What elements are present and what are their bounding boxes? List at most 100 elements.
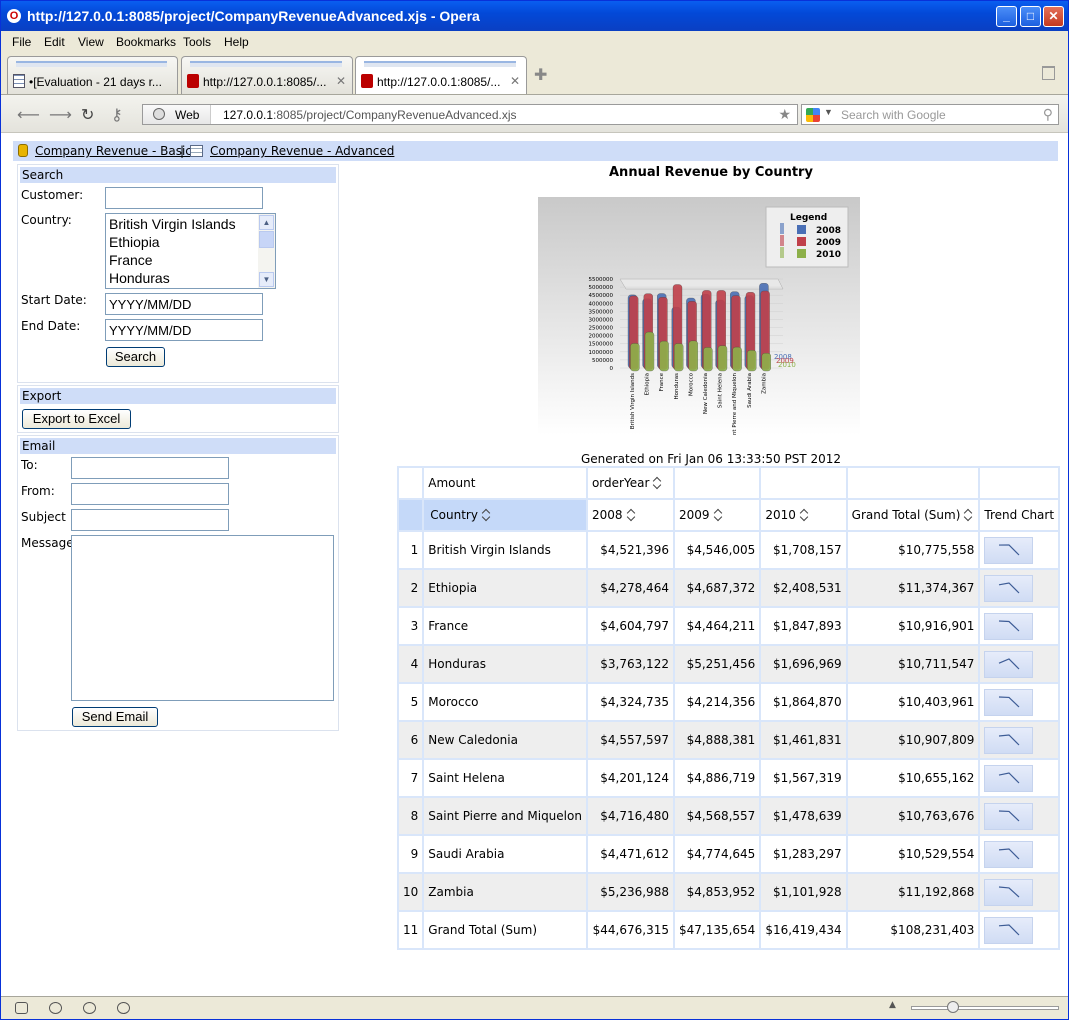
grand-total-header[interactable]: Grand Total (Sum) <box>845 498 981 532</box>
bookmark-star-icon[interactable]: ★ <box>778 106 791 123</box>
close-button[interactable]: ✕ <box>1043 6 1064 27</box>
table-row[interactable]: 7 Saint Helena $4,201,124 $4,886,719 $1,567,… <box>396 758 1061 798</box>
tab-thumbnail <box>364 61 516 67</box>
trend-sparkline[interactable] <box>984 840 1034 868</box>
table-row[interactable]: 6 New Caledonia $4,557,597 $4,888,381 $1,461… <box>396 720 1061 760</box>
sort-icon[interactable] <box>482 508 492 522</box>
menu-edit[interactable]: Edit <box>44 35 65 49</box>
tab-close-icon[interactable]: ✕ <box>336 74 346 88</box>
to-input[interactable] <box>71 457 229 479</box>
search-box[interactable]: ▼ Search with Google ⚲ <box>801 104 1059 125</box>
sort-icon[interactable] <box>964 508 974 522</box>
chevron-down-icon[interactable]: ▼ <box>259 272 274 287</box>
address-bar[interactable]: Web 127.0.0.1:8085/project/CompanyRevenu… <box>142 104 798 125</box>
zoom-slider-handle[interactable] <box>947 1001 959 1013</box>
link-company-revenue-advanced[interactable]: Company Revenue - Advanced <box>210 144 394 158</box>
zoom-slider[interactable] <box>911 1006 1059 1010</box>
country-option[interactable]: Honduras <box>109 270 170 286</box>
table-row[interactable]: 11 Grand Total (Sum) $44,676,315 $47,135,65… <box>396 910 1061 950</box>
tab-advanced[interactable]: http://127.0.0.1:8085/... ✕ <box>355 56 527 94</box>
value-cell: $10,711,547 <box>845 644 981 684</box>
country-option[interactable]: British Virgin Islands <box>109 216 236 232</box>
trend-sparkline[interactable] <box>984 536 1034 564</box>
trend-chart-cell <box>978 872 1061 912</box>
year-2008-header[interactable]: 2008 <box>585 498 675 532</box>
sort-icon[interactable] <box>653 476 663 490</box>
email-panel-title: Email <box>20 438 336 454</box>
trash-icon[interactable] <box>1042 66 1055 80</box>
table-row[interactable]: 8 Saint Pierre and Miquelon $4,716,480 $4,5… <box>396 796 1061 836</box>
search-button[interactable]: Search <box>106 347 165 367</box>
trend-sparkline[interactable] <box>984 916 1034 944</box>
send-email-button[interactable]: Send Email <box>72 707 158 727</box>
country-header[interactable]: Country <box>422 498 588 532</box>
link-bar: Company Revenue - Basic | Company Revenu… <box>13 141 1058 161</box>
end-date-input[interactable]: YYYY/MM/DD <box>105 319 263 341</box>
tab-evaluation[interactable]: •[Evaluation - 21 days r... <box>7 56 178 94</box>
column-field-header[interactable]: orderYear <box>585 466 675 500</box>
key-icon[interactable]: ⚷ <box>111 105 123 124</box>
country-option[interactable]: Ethiopia <box>109 234 160 250</box>
tab-close-icon[interactable]: ✕ <box>510 74 520 88</box>
table-row[interactable]: 3 France $4,604,797 $4,464,211 $1,847,893 $10… <box>396 606 1061 646</box>
table-row[interactable]: 5 Morocco $4,324,735 $4,214,356 $1,864,870 $1… <box>396 682 1061 722</box>
export-to-excel-button[interactable]: Export to Excel <box>22 409 131 429</box>
sort-icon[interactable] <box>627 508 637 522</box>
back-icon[interactable]: ⟵ <box>17 105 40 124</box>
web-scheme-button[interactable]: Web <box>143 105 211 124</box>
value-cell: $10,907,809 <box>845 720 981 760</box>
country-listbox[interactable]: British Virgin Islands Ethiopia France H… <box>105 213 276 289</box>
start-date-input[interactable]: YYYY/MM/DD <box>105 293 263 315</box>
zoom-up-icon[interactable]: ▲ <box>889 1000 896 1010</box>
corner-cell <box>396 466 425 500</box>
menu-view[interactable]: View <box>78 35 104 49</box>
menu-file[interactable]: File <box>12 35 31 49</box>
sort-icon[interactable] <box>714 508 724 522</box>
trend-sparkline[interactable] <box>984 802 1034 830</box>
table-row[interactable]: 9 Saudi Arabia $4,471,612 $4,774,645 $1,283,… <box>396 834 1061 874</box>
year-2010-header[interactable]: 2010 <box>759 498 848 532</box>
table-row[interactable]: 4 Honduras $3,763,122 $5,251,456 $1,696,969 $… <box>396 644 1061 684</box>
turbo-icon[interactable] <box>117 1002 130 1014</box>
network-icon[interactable] <box>83 1002 96 1014</box>
trend-sparkline[interactable] <box>984 878 1034 906</box>
table-row[interactable]: 1 British Virgin Islands $4,521,396 $4,546,… <box>396 530 1061 570</box>
value-cell: $10,655,162 <box>845 758 981 798</box>
trend-sparkline[interactable] <box>984 764 1034 792</box>
unite-cloud-icon[interactable] <box>49 1002 62 1014</box>
trend-sparkline[interactable] <box>984 612 1034 640</box>
trend-sparkline[interactable] <box>984 650 1034 678</box>
menu-help[interactable]: Help <box>224 35 249 49</box>
trend-sparkline[interactable] <box>984 688 1034 716</box>
table-row[interactable]: 10 Zambia $5,236,988 $4,853,952 $1,101,928 $1… <box>396 872 1061 912</box>
sort-icon[interactable] <box>800 508 810 522</box>
forward-icon[interactable]: ⟶ <box>49 105 72 124</box>
bar-2010-4 <box>688 340 698 372</box>
link-company-revenue-basic[interactable]: Company Revenue - Basic <box>35 144 192 158</box>
menu-tools[interactable]: Tools <box>183 35 211 49</box>
table-row[interactable]: 2 Ethiopia $4,278,464 $4,687,372 $2,408,531 $… <box>396 568 1061 608</box>
menu-bookmarks[interactable]: Bookmarks <box>116 35 176 49</box>
reload-icon[interactable]: ↻ <box>81 105 94 124</box>
tab-basic[interactable]: http://127.0.0.1:8085/... ✕ <box>181 56 353 94</box>
customer-input[interactable] <box>105 187 263 209</box>
subject-input[interactable] <box>71 509 229 531</box>
bar-2010-6 <box>717 345 728 372</box>
chevron-up-icon[interactable]: ▲ <box>259 215 274 230</box>
from-input[interactable] <box>71 483 229 505</box>
new-tab-icon[interactable]: ✚ <box>534 65 547 84</box>
minimize-button[interactable]: _ <box>996 6 1017 27</box>
y-tick-label: 3500000 <box>589 309 614 315</box>
year-2009-header[interactable]: 2009 <box>672 498 762 532</box>
panel-toggle-icon[interactable] <box>15 1002 28 1014</box>
trend-sparkline[interactable] <box>984 726 1034 754</box>
scrollbar-thumb[interactable] <box>259 231 274 248</box>
trend-sparkline[interactable] <box>984 574 1034 602</box>
search-icon[interactable]: ⚲ <box>1043 106 1053 123</box>
bar-2010-0 <box>630 343 640 372</box>
maximize-button[interactable]: □ <box>1020 6 1041 27</box>
listbox-scrollbar[interactable]: ▲ ▼ <box>258 214 275 288</box>
message-textarea[interactable] <box>71 535 334 701</box>
chevron-down-icon[interactable]: ▼ <box>824 107 833 117</box>
country-option[interactable]: France <box>109 252 153 268</box>
